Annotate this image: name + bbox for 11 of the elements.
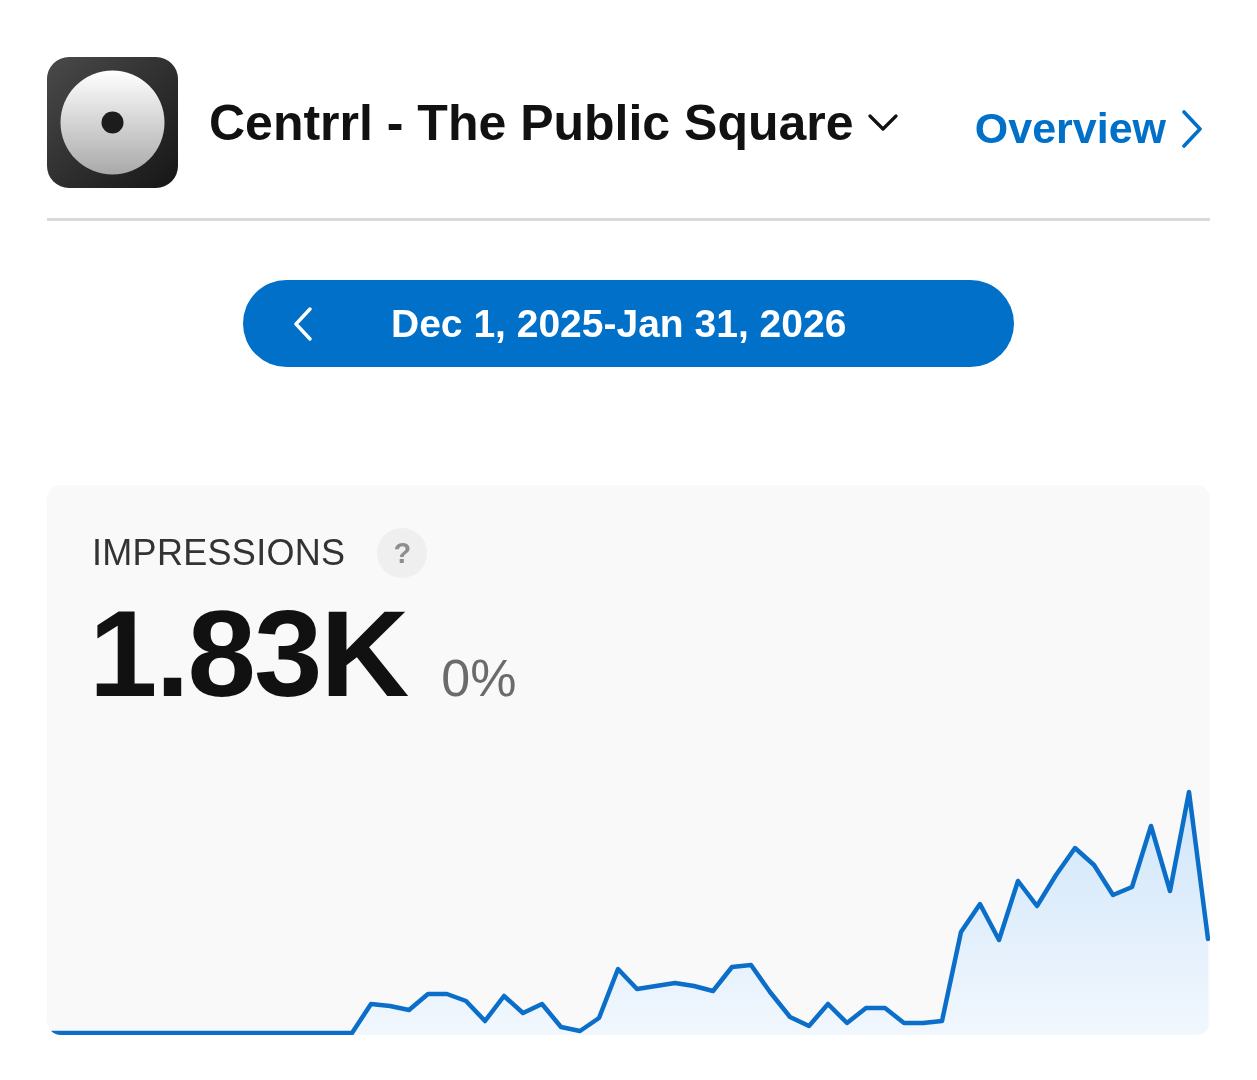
disc-app-icon (47, 57, 178, 188)
app-switcher[interactable]: Centrrl - The Public Square (209, 93, 898, 152)
chevron-right-icon (1182, 109, 1202, 148)
metric-title: IMPRESSIONS (92, 532, 346, 574)
date-range-button[interactable]: Dec 1, 2025-Jan 31, 2026 (243, 280, 1014, 367)
help-button[interactable]: ? (377, 528, 428, 578)
metric-value: 1.83K (89, 586, 408, 722)
chevron-left-icon (293, 306, 313, 341)
chevron-down-icon (867, 113, 898, 132)
metric-change: 0% (441, 648, 517, 708)
overview-link[interactable]: Overview (974, 104, 1202, 153)
